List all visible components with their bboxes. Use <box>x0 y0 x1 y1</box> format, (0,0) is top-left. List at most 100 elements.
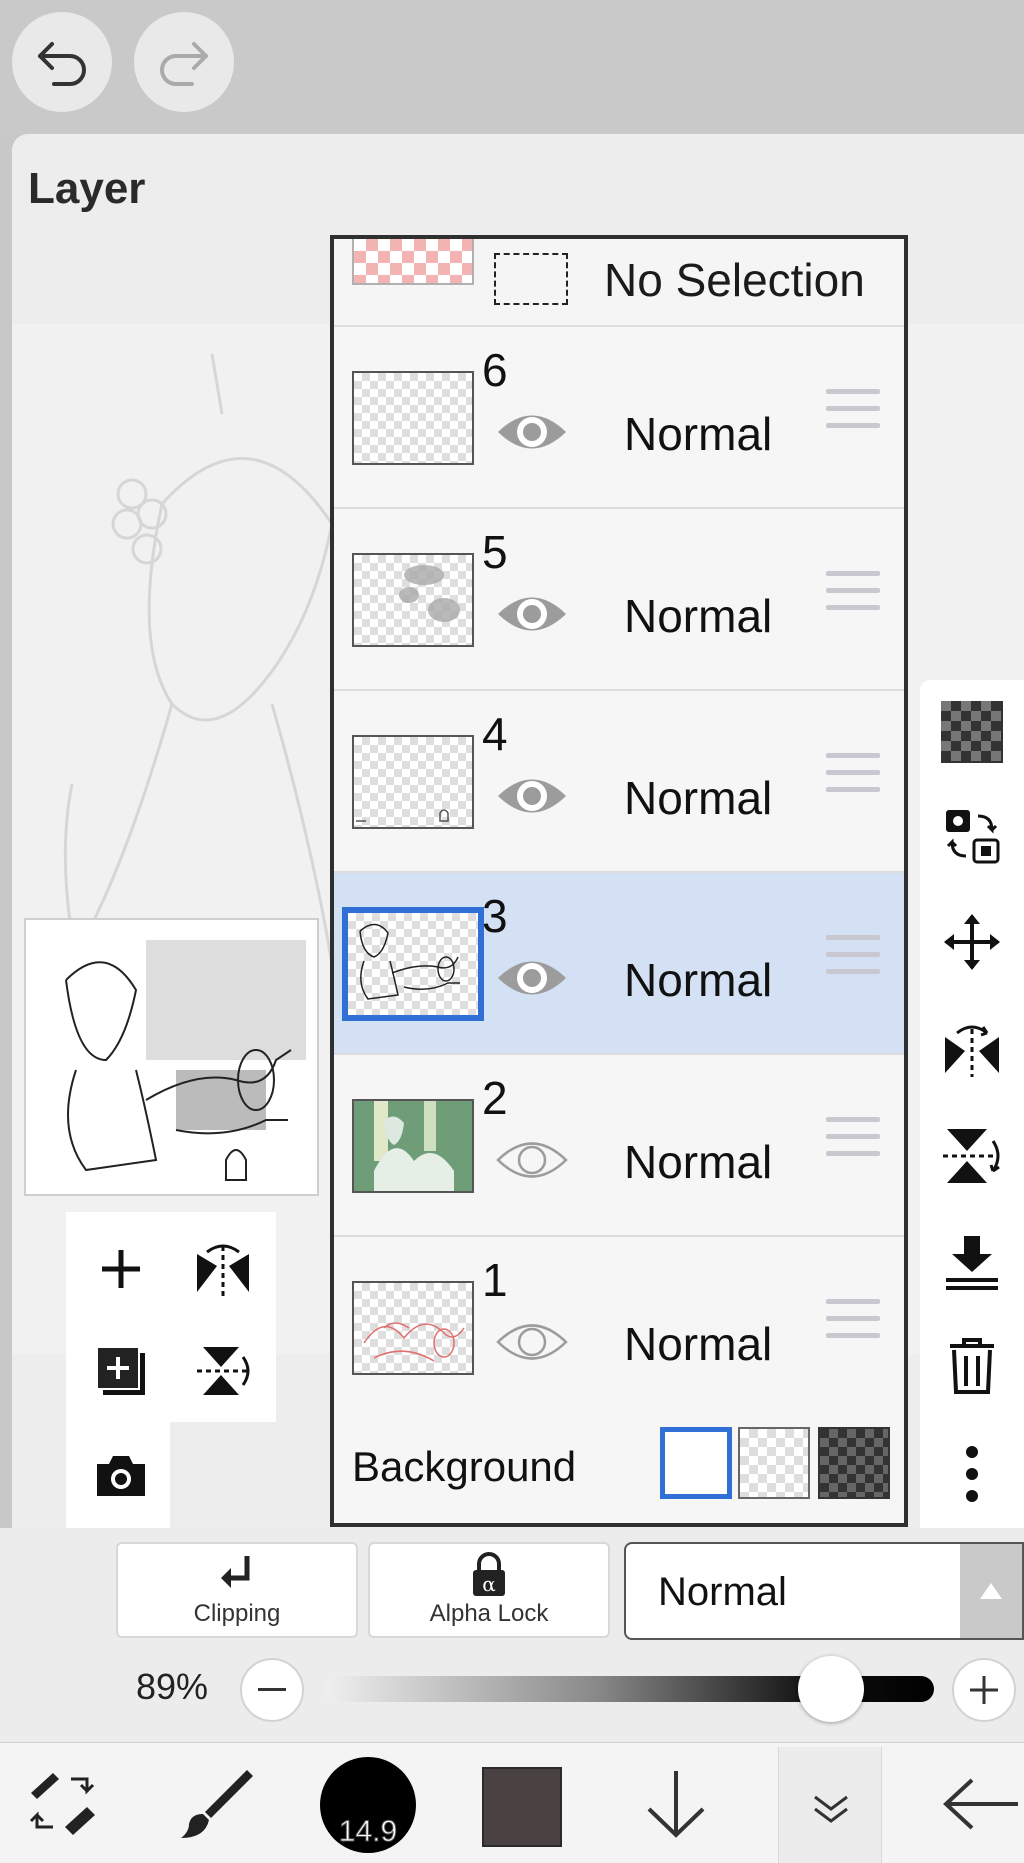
brush-size-value: 14.9 <box>338 1815 398 1849</box>
layer-row-selected[interactable]: 3 Normal <box>334 873 904 1055</box>
eye-hidden-icon[interactable] <box>494 1133 570 1187</box>
more-vertical-icon <box>966 1446 978 1502</box>
plus-icon <box>102 1250 140 1288</box>
blend-mode-label: Normal <box>624 1318 773 1370</box>
checkerboard-icon <box>941 701 1003 763</box>
layer-row[interactable]: 4 Normal <box>334 691 904 873</box>
redo-icon <box>160 42 208 86</box>
dropdown-arrow-icon <box>960 1544 1022 1638</box>
brush-tool-button[interactable] <box>170 1743 260 1863</box>
plus-icon <box>970 1676 998 1704</box>
layer-thumbnail <box>352 553 474 647</box>
move-icon <box>944 914 1000 970</box>
layer-row[interactable]: 5 Normal <box>334 509 904 691</box>
opacity-increase-button[interactable] <box>952 1658 1016 1722</box>
right-tool-column <box>920 680 1024 1528</box>
import-photo-button[interactable] <box>76 1430 166 1520</box>
layer-name: 6 <box>482 344 508 396</box>
layer-row[interactable]: 2 Normal <box>334 1055 904 1237</box>
merge-down-button[interactable] <box>940 1230 1004 1294</box>
blend-mode-label: Normal <box>624 408 773 460</box>
layer-plus-icon <box>96 1346 145 1395</box>
delete-layer-button[interactable] <box>940 1334 1004 1398</box>
layer-row[interactable]: 1 Normal <box>334 1237 904 1419</box>
add-special-layer-button[interactable] <box>76 1326 166 1416</box>
swap-layer-icon <box>946 810 1000 864</box>
undo-icon <box>38 42 86 86</box>
eye-icon[interactable] <box>494 405 570 459</box>
eye-hidden-icon[interactable] <box>494 1315 570 1369</box>
background-white-option[interactable] <box>660 1427 732 1499</box>
move-button[interactable] <box>940 910 1004 974</box>
canvas-preview[interactable] <box>24 918 319 1196</box>
flip-vertical-icon <box>197 1347 250 1395</box>
layer-thumbnail <box>352 735 474 829</box>
back-button[interactable] <box>936 1743 1024 1863</box>
flip-vertical-button[interactable] <box>178 1326 268 1416</box>
blend-mode-label: Normal <box>624 954 773 1006</box>
layer-thumbnail <box>352 1281 474 1375</box>
background-label: Background <box>352 1443 577 1490</box>
minus-icon <box>258 1688 286 1691</box>
selection-thumbnail <box>352 239 474 285</box>
flip-horizontal-button[interactable] <box>940 1016 1004 1080</box>
eye-icon[interactable] <box>494 769 570 823</box>
layer-name: 4 <box>482 708 508 760</box>
trash-icon <box>950 1338 994 1394</box>
layer-thumbnail <box>352 1099 474 1193</box>
opacity-decrease-button[interactable] <box>240 1658 304 1722</box>
drag-handle-icon[interactable] <box>826 389 880 435</box>
eye-icon[interactable] <box>494 951 570 1005</box>
opacity-slider-knob[interactable] <box>797 1656 864 1722</box>
drag-handle-icon[interactable] <box>826 1299 880 1345</box>
flip-horizontal-icon <box>945 1025 999 1077</box>
undo-button[interactable] <box>12 12 112 112</box>
selection-marquee-icon <box>494 253 568 305</box>
background-dark-option[interactable] <box>818 1427 890 1499</box>
blend-mode-label: Normal <box>624 772 773 824</box>
layer-tools <box>66 1212 276 1528</box>
color-picker-button[interactable] <box>482 1767 562 1847</box>
selection-layer-row[interactable]: No Selection <box>334 239 904 327</box>
merge-down-icon <box>946 1236 998 1290</box>
layer-row[interactable]: 6 Normal <box>334 327 904 509</box>
layer-name: 3 <box>482 890 508 942</box>
blend-mode-label: Normal <box>624 1136 773 1188</box>
arrow-down-icon <box>647 1770 705 1838</box>
flip-horizontal-button[interactable] <box>178 1224 268 1314</box>
layer-options-panel: Clipping α Alpha Lock Normal 89% <box>0 1528 1024 1742</box>
redo-button[interactable] <box>134 12 234 112</box>
drag-handle-icon[interactable] <box>826 571 880 617</box>
background-transparent-option[interactable] <box>738 1427 810 1499</box>
svg-text:α: α <box>482 1572 496 1596</box>
lock-icon: α <box>473 1552 505 1596</box>
more-options-button[interactable] <box>940 1442 1004 1506</box>
drag-handle-icon[interactable] <box>826 935 880 981</box>
top-bar <box>0 0 1024 134</box>
tool-swap-button[interactable] <box>20 1743 104 1863</box>
eye-icon[interactable] <box>494 587 570 641</box>
brush-icon <box>181 1769 253 1838</box>
blend-mode-label: Normal <box>624 590 773 642</box>
swap-layer-button[interactable] <box>940 804 1004 868</box>
clipping-button[interactable]: Clipping <box>116 1542 358 1638</box>
arrow-left-icon <box>943 1778 1018 1829</box>
transparency-button[interactable] <box>940 700 1004 764</box>
clipping-icon <box>221 1556 250 1588</box>
blend-mode-select[interactable]: Normal <box>624 1542 1024 1640</box>
layer-thumbnail <box>352 371 474 465</box>
chevron-double-down-icon <box>814 1795 848 1823</box>
layer-down-button[interactable] <box>636 1743 716 1863</box>
camera-icon <box>97 1456 145 1496</box>
flip-vertical-button[interactable] <box>940 1124 1004 1188</box>
brush-size-indicator[interactable]: 14.9 <box>320 1757 416 1853</box>
layer-panel-toggle-button[interactable] <box>778 1747 882 1863</box>
layer-name: 1 <box>482 1254 508 1306</box>
add-layer-button[interactable] <box>76 1224 166 1314</box>
bottom-toolbar: 14.9 <box>0 1742 1024 1863</box>
layer-name: 2 <box>482 1072 508 1124</box>
alpha-lock-button[interactable]: α Alpha Lock <box>368 1542 610 1638</box>
drag-handle-icon[interactable] <box>826 1117 880 1163</box>
drag-handle-icon[interactable] <box>826 753 880 799</box>
layer-thumbnail <box>342 907 484 1021</box>
